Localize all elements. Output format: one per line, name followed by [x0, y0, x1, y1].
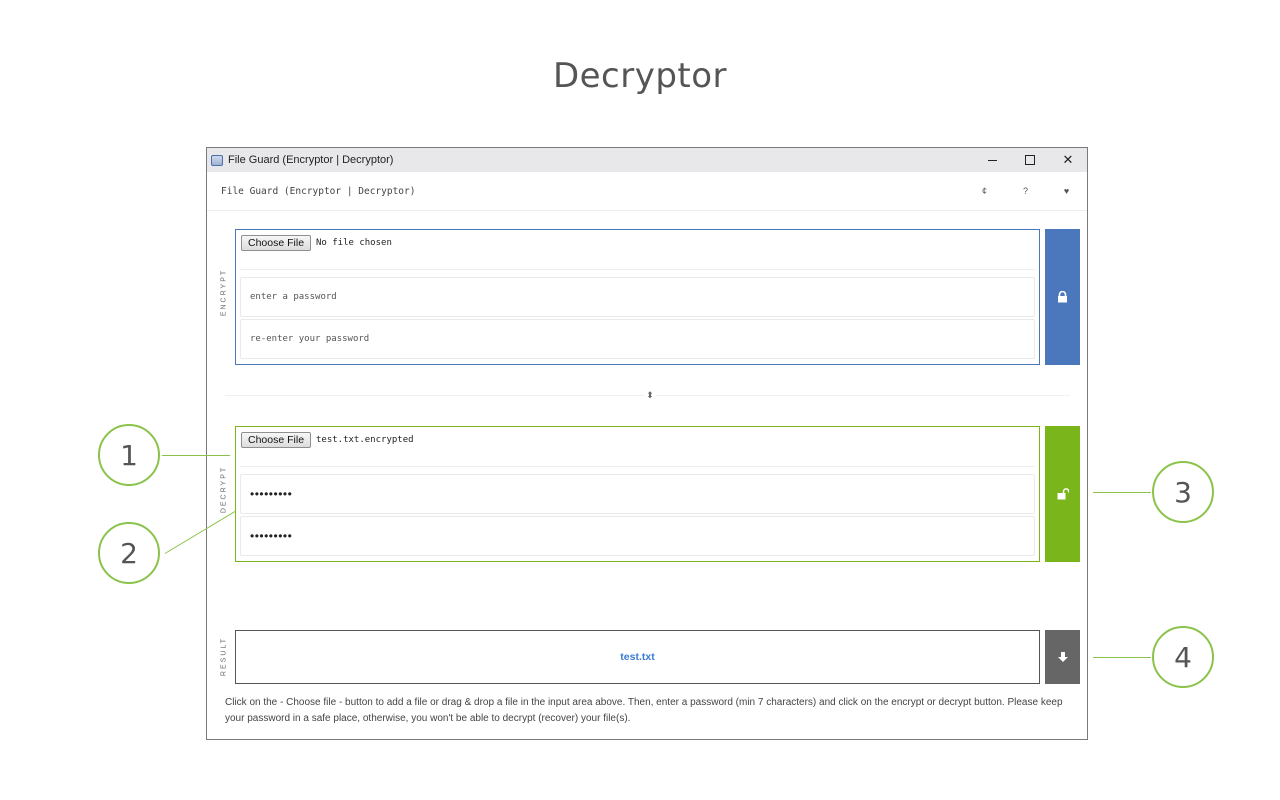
callout-3: 3 — [1152, 461, 1214, 523]
result-file-link[interactable]: test.txt — [620, 651, 654, 663]
help-button[interactable]: ? — [1005, 172, 1046, 210]
encrypt-input-area[interactable]: Choose File No file chosen enter a passw… — [235, 229, 1040, 365]
callout-4: 4 — [1152, 626, 1214, 688]
decrypt-section-label: DECRYPT — [220, 465, 228, 514]
decrypt-password-field[interactable]: ••••••••• — [240, 474, 1035, 514]
reload-icon: ¢ — [981, 186, 987, 196]
app-icon — [211, 154, 223, 166]
maximize-icon — [1025, 155, 1035, 165]
window-controls: ✕ — [973, 148, 1087, 172]
callout-1-leader — [162, 455, 230, 456]
callout-2: 2 — [98, 522, 160, 584]
decrypt-file-name: test.txt.encrypted — [316, 435, 414, 445]
callout-4-leader — [1093, 657, 1151, 658]
download-button[interactable] — [1045, 630, 1080, 684]
download-icon — [1057, 651, 1068, 662]
decrypt-password-confirm-value: ••••••••• — [250, 529, 293, 543]
lock-icon — [1058, 291, 1067, 303]
decrypt-input-area[interactable]: Choose File test.txt.encrypted •••••••••… — [235, 426, 1040, 562]
encrypt-file-name: No file chosen — [316, 238, 392, 248]
decrypt-choose-file-button[interactable]: Choose File — [241, 432, 312, 448]
encrypt-password-confirm-placeholder: re-enter your password — [250, 334, 370, 344]
page-title: Decryptor — [552, 56, 728, 96]
window-titlebar: File Guard (Encryptor | Decryptor) ✕ — [207, 148, 1087, 172]
reload-button[interactable]: ¢ — [964, 172, 1005, 210]
encrypt-section-label: ENCRYPT — [220, 268, 228, 317]
support-button[interactable]: ♥ — [1046, 172, 1087, 210]
encrypt-choose-file-button[interactable]: Choose File — [241, 235, 312, 251]
decrypt-file-row: Choose File test.txt.encrypted — [240, 427, 1035, 467]
app-toolbar: File Guard (Encryptor | Decryptor) ¢ ? ♥ — [207, 172, 1087, 211]
swap-icon[interactable]: ⬍ — [644, 388, 656, 402]
callout-1: 1 — [98, 424, 160, 486]
close-icon: ✕ — [1062, 152, 1074, 167]
encrypt-button[interactable] — [1045, 229, 1080, 365]
callout-3-leader — [1093, 492, 1151, 493]
help-text: Click on the - Choose file - button to a… — [225, 697, 1063, 724]
close-button[interactable]: ✕ — [1049, 148, 1087, 172]
decrypt-password-value: ••••••••• — [250, 487, 293, 501]
decrypt-button[interactable] — [1045, 426, 1080, 562]
unlock-icon — [1057, 488, 1069, 500]
help-icon: ? — [1022, 186, 1028, 196]
encrypt-password-field[interactable]: enter a password — [240, 277, 1035, 317]
maximize-button[interactable] — [1011, 148, 1049, 172]
app-window: File Guard (Encryptor | Decryptor) ✕ Fil… — [206, 147, 1088, 740]
minimize-icon — [987, 159, 997, 161]
encrypt-password-confirm-field[interactable]: re-enter your password — [240, 319, 1035, 359]
heart-icon: ♥ — [1063, 186, 1070, 196]
decrypt-password-confirm-field[interactable]: ••••••••• — [240, 516, 1035, 556]
minimize-button[interactable] — [973, 148, 1011, 172]
result-area: test.txt — [235, 630, 1040, 684]
result-section-label: RESULT — [220, 636, 228, 677]
encrypt-password-placeholder: enter a password — [250, 292, 337, 302]
toolbar-icons: ¢ ? ♥ — [964, 172, 1087, 210]
window-title: File Guard (Encryptor | Decryptor) — [228, 154, 394, 166]
toolbar-title: File Guard (Encryptor | Decryptor) — [221, 185, 416, 197]
encrypt-file-row: Choose File No file chosen — [240, 230, 1035, 270]
